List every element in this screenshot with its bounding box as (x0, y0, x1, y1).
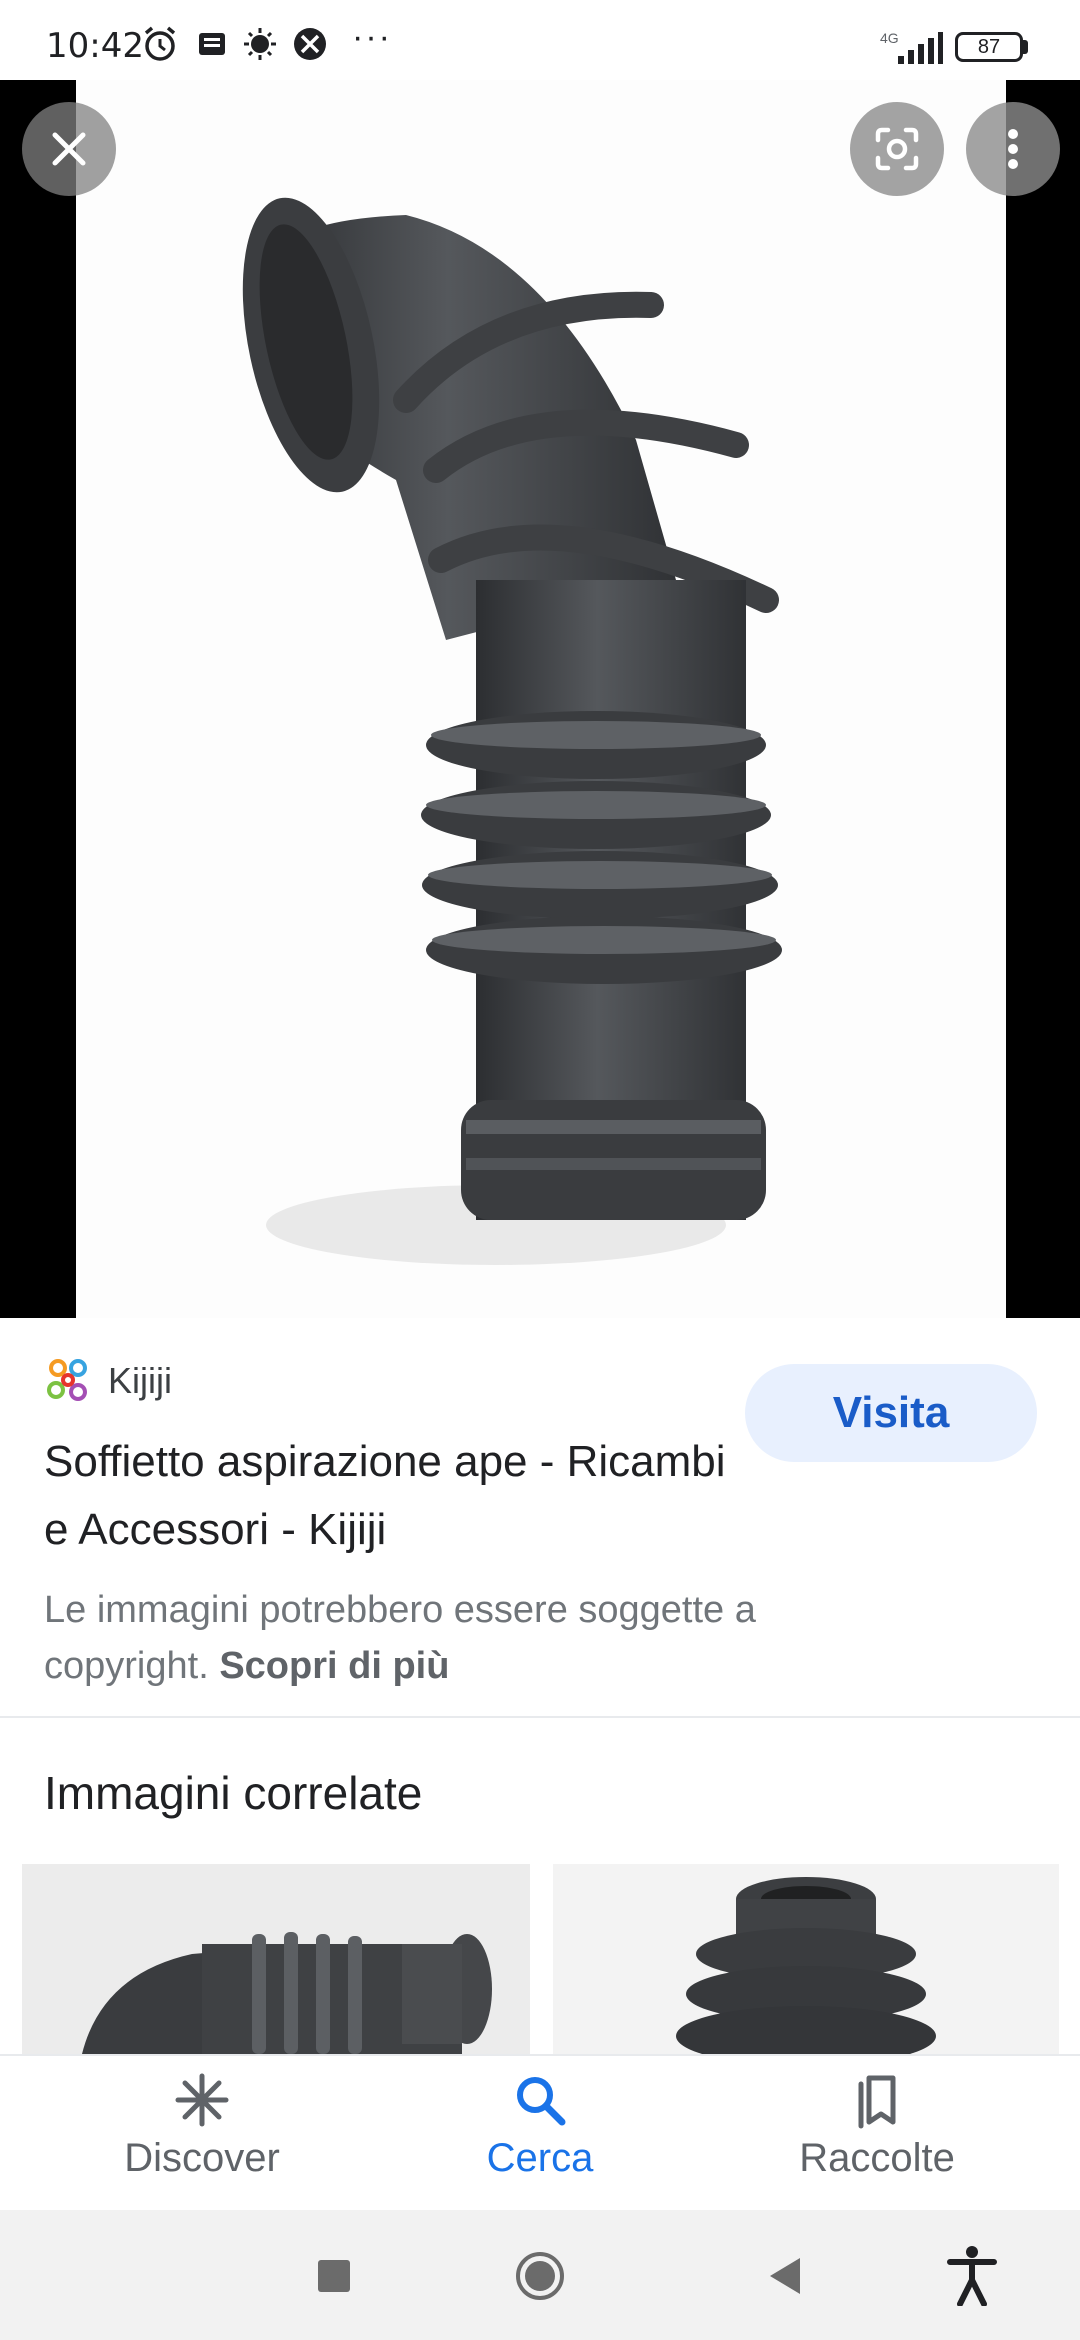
status-time: 10:42 (46, 26, 144, 66)
brightness-icon (244, 28, 276, 60)
nav-collections-label: Raccolte (799, 2136, 955, 2180)
related-images-heading: Immagini correlate (44, 1767, 423, 1819)
recent-apps-icon[interactable] (314, 2256, 354, 2296)
more-vertical-icon (1008, 129, 1018, 169)
nav-collections[interactable]: Raccolte (727, 2070, 1027, 2190)
battery-tip (1023, 40, 1028, 54)
source-name[interactable]: Kijiji (108, 1360, 172, 1402)
google-lens-icon (875, 127, 919, 171)
vpn-icon (294, 28, 326, 60)
related-image-1[interactable] (22, 1864, 530, 2054)
battery-icon: 87 (955, 32, 1023, 62)
result-title[interactable]: Soffietto aspirazione ape - Ricambi e Ac… (44, 1428, 744, 1564)
notification-icon (199, 33, 225, 55)
nav-search-label: Cerca (486, 2136, 594, 2180)
close-button[interactable] (22, 102, 116, 196)
divider (0, 1716, 1080, 1718)
nav-search[interactable]: Cerca (390, 2070, 690, 2190)
kijiji-logo (47, 1359, 87, 1401)
learn-more-link[interactable]: Scopri di più (219, 1645, 449, 1687)
back-icon[interactable] (764, 2254, 808, 2298)
close-icon (52, 132, 86, 166)
signal-icon (898, 32, 943, 64)
collections-icon (858, 2075, 896, 2129)
nav-discover-label: Discover (124, 2136, 280, 2180)
more-options-button[interactable] (966, 102, 1060, 196)
search-icon (517, 2077, 566, 2126)
visit-button[interactable]: Visita (745, 1364, 1037, 1462)
accessibility-icon[interactable] (946, 2244, 998, 2306)
home-icon[interactable] (514, 2250, 566, 2302)
alarm-icon (144, 26, 176, 61)
discover-icon (175, 2073, 229, 2127)
preview-image[interactable] (76, 80, 1006, 1318)
status-more-indicator: ··· (352, 18, 392, 56)
related-image-2[interactable] (553, 1864, 1059, 2054)
copyright-notice: Le immagini potrebbero essere soggette a… (44, 1582, 924, 1694)
google-lens-button[interactable] (850, 102, 944, 196)
nav-discover[interactable]: Discover (52, 2070, 352, 2190)
